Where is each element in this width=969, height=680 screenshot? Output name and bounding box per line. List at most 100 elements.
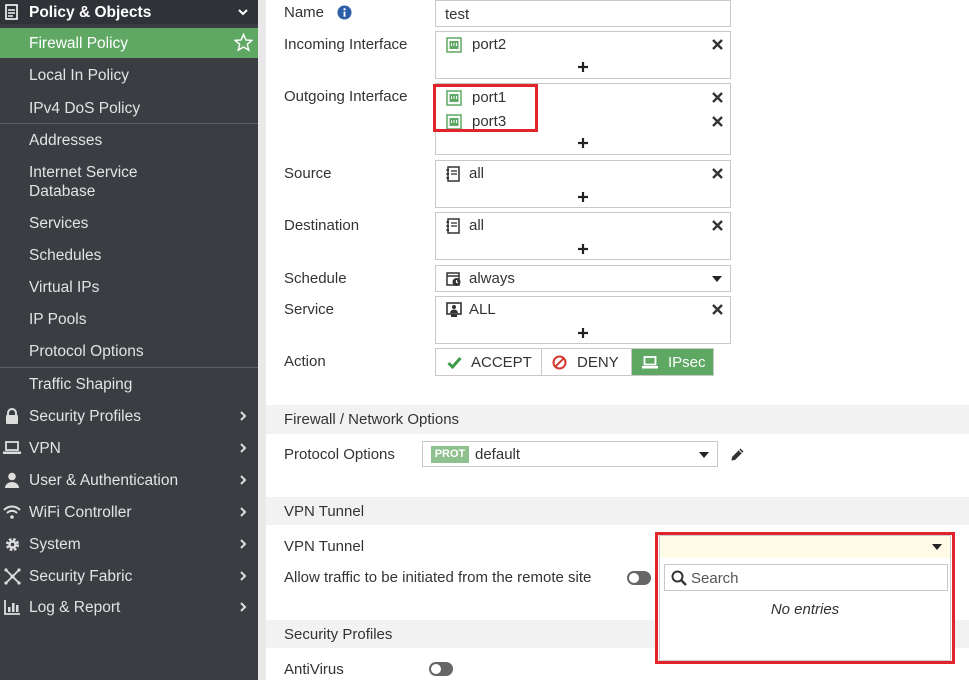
protocol-badge: PROT — [431, 446, 469, 463]
address-entry-label: all — [469, 165, 485, 182]
sidebar-item-label: Internet Service — [29, 164, 138, 181]
schedule-value: always — [469, 270, 515, 287]
chevron-right-icon — [240, 475, 247, 485]
sidebar-item-virtual-ips[interactable]: Virtual IPs — [0, 272, 258, 302]
schedule-select[interactable]: always — [435, 265, 731, 292]
remove-icon[interactable] — [712, 168, 723, 179]
section-title: Security Profiles — [284, 626, 393, 643]
sidebar-group-log-report[interactable]: Log & Report — [0, 592, 258, 622]
service-label: Service — [284, 301, 335, 318]
destination-field[interactable]: all — [435, 212, 731, 260]
action-accept-button[interactable]: ACCEPT — [436, 349, 542, 375]
sidebar: Policy & Objects Firewall Policy Local I… — [0, 0, 258, 680]
sidebar-item-label: IP Pools — [29, 311, 87, 328]
sidebar-item-label: Protocol Options — [29, 343, 144, 360]
antivirus-toggle[interactable] — [429, 662, 453, 676]
address-entry: all — [446, 217, 484, 234]
outgoing-interface-label: Outgoing Interface — [284, 88, 408, 105]
address-icon — [446, 165, 462, 182]
laptop-icon — [3, 439, 21, 457]
chevron-right-icon — [240, 602, 247, 612]
address-icon — [446, 217, 462, 234]
name-input[interactable]: test — [435, 0, 731, 27]
sidebar-item-local-in-policy[interactable]: Local In Policy — [0, 60, 258, 90]
sidebar-divider — [0, 367, 258, 368]
add-icon[interactable] — [578, 62, 588, 72]
action-deny-button[interactable]: DENY — [542, 349, 632, 375]
deny-icon — [552, 355, 567, 369]
allow-remote-initiate-toggle[interactable] — [627, 571, 651, 585]
address-entry-label: all — [469, 217, 485, 234]
info-icon[interactable] — [337, 5, 352, 20]
sidebar-item-addresses[interactable]: Addresses — [0, 125, 258, 155]
sidebar-item-services[interactable]: Services — [0, 208, 258, 238]
sidebar-item-label: Services — [29, 215, 89, 232]
sidebar-group-security-profiles[interactable]: Security Profiles — [0, 401, 258, 431]
sidebar-header-label: Policy & Objects — [29, 4, 152, 21]
sidebar-group-label: Log & Report — [29, 599, 121, 616]
remove-icon[interactable] — [712, 39, 723, 50]
gear-icon — [3, 535, 21, 553]
sidebar-scroll-gutter — [258, 0, 266, 680]
action-button-group: ACCEPT DENY IPsec — [435, 348, 714, 376]
action-ipsec-button[interactable]: IPsec — [632, 349, 713, 375]
source-field[interactable]: all — [435, 160, 731, 208]
sidebar-group-security-fabric[interactable]: Security Fabric — [0, 561, 258, 591]
name-label: Name — [284, 4, 325, 21]
add-icon[interactable] — [578, 192, 588, 202]
section-vpn-tunnel: VPN Tunnel — [266, 497, 969, 525]
protocol-options-select[interactable]: PROT default — [422, 441, 718, 467]
remove-icon[interactable] — [712, 92, 723, 103]
action-label: Action — [284, 353, 326, 370]
sidebar-item-protocol-options[interactable]: Protocol Options — [0, 336, 258, 366]
document-icon — [3, 3, 21, 21]
add-icon[interactable] — [578, 244, 588, 254]
laptop-icon — [642, 355, 658, 368]
sidebar-item-ip-pools[interactable]: IP Pools — [0, 304, 258, 334]
fabric-icon — [3, 567, 21, 585]
sidebar-item-ipv4-dos-policy[interactable]: IPv4 DoS Policy — [0, 92, 258, 122]
chevron-down-icon[interactable] — [238, 7, 248, 17]
action-ipsec-label: IPsec — [668, 353, 706, 371]
sidebar-item-label: Local In Policy — [29, 67, 129, 84]
schedule-label: Schedule — [284, 270, 347, 287]
interface-entry-label: port2 — [472, 36, 507, 53]
sidebar-group-vpn[interactable]: VPN — [0, 433, 258, 463]
sidebar-item-schedules[interactable]: Schedules — [0, 240, 258, 270]
incoming-interface-field[interactable]: port2 — [435, 31, 731, 79]
sidebar-item-internet-service-database[interactable]: Internet Service Database — [0, 160, 258, 204]
remove-icon[interactable] — [712, 304, 723, 315]
add-icon[interactable] — [578, 328, 588, 338]
check-icon — [447, 356, 462, 369]
interface-entry: port2 — [446, 36, 506, 53]
sidebar-header-policy-objects[interactable]: Policy & Objects — [0, 0, 258, 24]
sidebar-group-label: User & Authentication — [29, 472, 179, 489]
source-label: Source — [284, 165, 332, 182]
sidebar-item-traffic-shaping[interactable]: Traffic Shaping — [0, 369, 258, 399]
chevron-right-icon — [240, 443, 247, 453]
chevron-right-icon — [240, 571, 247, 581]
highlight-vpn-tunnel-dropdown — [655, 532, 955, 664]
edit-icon[interactable] — [730, 447, 745, 462]
section-security-profiles-tail — [955, 620, 969, 648]
sidebar-group-wifi-controller[interactable]: WiFi Controller — [0, 497, 258, 527]
sidebar-group-user-authentication[interactable]: User & Authentication — [0, 465, 258, 495]
chevron-right-icon — [240, 539, 247, 549]
service-field[interactable]: ALL — [435, 296, 731, 344]
sidebar-divider — [0, 123, 258, 124]
name-input-value: test — [445, 6, 470, 23]
schedule-entry: always — [446, 270, 515, 287]
remove-icon[interactable] — [712, 220, 723, 231]
star-icon[interactable] — [234, 33, 253, 52]
sidebar-item-label: Schedules — [29, 247, 102, 264]
add-icon[interactable] — [578, 138, 588, 148]
service-icon — [446, 301, 462, 318]
chart-icon — [3, 598, 21, 616]
allow-remote-initiate-label: Allow traffic to be initiated from the r… — [284, 569, 592, 586]
sidebar-group-system[interactable]: System — [0, 529, 258, 559]
remove-icon[interactable] — [712, 116, 723, 127]
sidebar-item-firewall-policy[interactable]: Firewall Policy — [0, 28, 258, 58]
sidebar-group-label: WiFi Controller — [29, 504, 132, 521]
sidebar-item-label-line2: Database — [29, 183, 96, 200]
action-accept-label: ACCEPT — [471, 353, 532, 371]
